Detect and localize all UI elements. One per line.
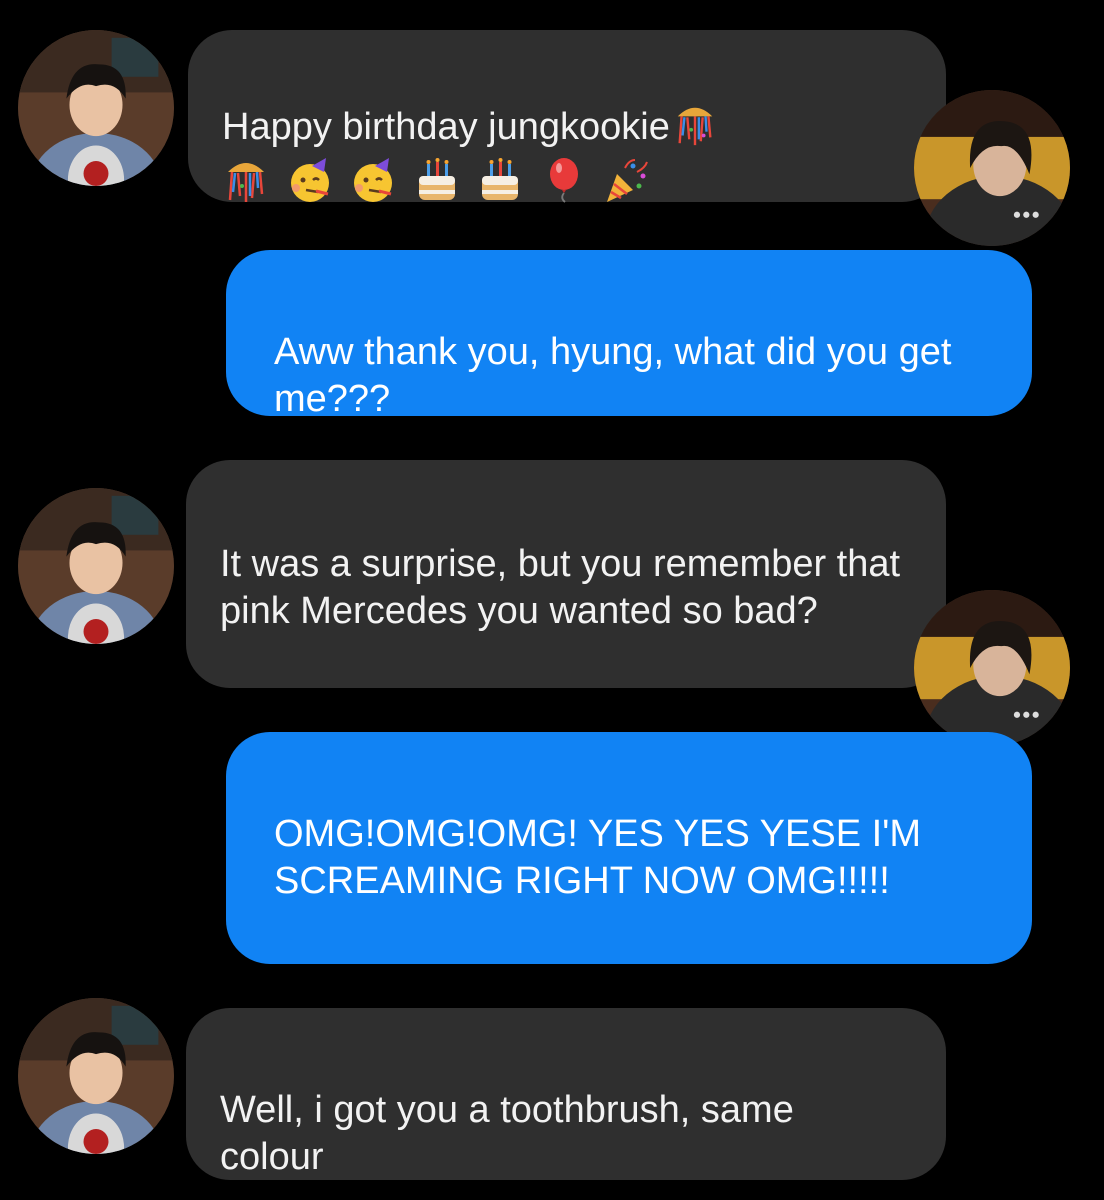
- partying-face-icon: [349, 156, 397, 204]
- message-bubble-received[interactable]: Well, i got you a toothbrush, same colou…: [186, 1008, 946, 1180]
- profile-photo-icon: [18, 998, 174, 1154]
- message-bubble-sent[interactable]: OMG!OMG!OMG! YES YES YESE I'M SCREAMING …: [226, 732, 1032, 964]
- message-bubble-received[interactable]: Happy birthday jungkookie: [188, 30, 946, 203]
- message-bubble-received[interactable]: It was a surprise, but you remember that…: [186, 460, 946, 688]
- sender-avatar[interactable]: [18, 30, 174, 186]
- profile-photo-icon: [18, 488, 174, 644]
- message-text: OMG!OMG!OMG! YES YES YESE I'M SCREAMING …: [274, 813, 922, 902]
- birthday-cake-icon: [476, 156, 524, 204]
- confetti-ball-icon: [222, 156, 270, 204]
- birthday-cake-icon: [413, 156, 461, 204]
- message-bubble-sent[interactable]: Aww thank you, hyung, what did you get m…: [226, 250, 1032, 420]
- profile-photo-icon: [18, 30, 174, 186]
- sender-avatar[interactable]: [18, 488, 174, 644]
- profile-photo-icon: [914, 590, 1070, 746]
- emoji-row: [222, 155, 916, 207]
- profile-photo-icon: [914, 90, 1070, 246]
- sender-avatar[interactable]: [18, 998, 174, 1154]
- message-text: Happy birthday jungkookie: [222, 106, 670, 148]
- message-text: It was a surprise, but you remember that…: [220, 543, 901, 632]
- confetti-ball-icon: [672, 101, 718, 147]
- party-popper-icon: [603, 156, 651, 204]
- message-text: Well, i got you a toothbrush, same colou…: [220, 1089, 794, 1178]
- message-text: Aww thank you, hyung, what did you get m…: [274, 331, 952, 420]
- recipient-avatar[interactable]: [914, 90, 1070, 246]
- recipient-avatar[interactable]: [914, 590, 1070, 746]
- balloon-icon: [540, 156, 588, 204]
- partying-face-icon: [286, 156, 334, 204]
